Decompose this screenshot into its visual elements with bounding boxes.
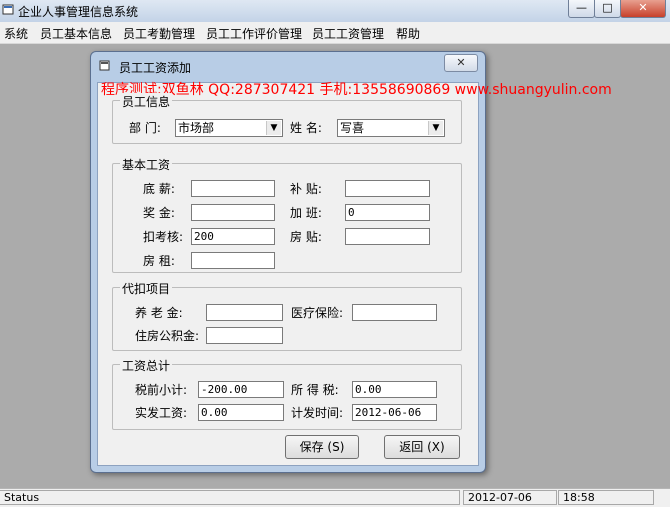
base-salary-legend: 基本工资	[120, 156, 173, 173]
base-pay-label: 底 薪:	[143, 182, 175, 196]
net-pay-label: 实发工资:	[135, 406, 188, 420]
income-tax-label: 所 得 税:	[291, 383, 339, 397]
bonus-field[interactable]	[191, 204, 275, 221]
menu-salary[interactable]: 员工工资管理	[312, 25, 384, 42]
name-select[interactable]: 写喜 ▼	[337, 119, 445, 137]
pay-date-field[interactable]: 2012-06-06	[352, 404, 437, 421]
net-pay-field[interactable]: 0.00	[198, 404, 284, 421]
base-pay-field[interactable]	[191, 180, 275, 197]
close-button[interactable]: ✕	[620, 0, 666, 18]
pension-field[interactable]	[206, 304, 283, 321]
menu-attendance[interactable]: 员工考勤管理	[123, 25, 195, 42]
medical-insurance-field[interactable]	[352, 304, 437, 321]
overtime-label: 加 班:	[290, 206, 322, 220]
name-label: 姓 名:	[290, 121, 322, 135]
app-icon	[2, 4, 14, 15]
chevron-down-icon[interactable]: ▼	[428, 121, 443, 135]
dept-label: 部 门:	[129, 121, 161, 135]
medical-insurance-label: 医疗保险:	[291, 306, 344, 320]
attendance-deduction-field[interactable]: 200	[191, 228, 275, 245]
menu-help[interactable]: 帮助	[396, 25, 420, 42]
pension-label: 养 老 金:	[135, 306, 183, 320]
rent-label: 房 租:	[143, 254, 175, 268]
rent-field[interactable]	[191, 252, 275, 269]
dept-value: 市场部	[178, 121, 215, 135]
housing-allowance-label: 房 贴:	[290, 230, 322, 244]
status-text: Status	[0, 490, 460, 505]
pretax-subtotal-label: 税前小计:	[135, 383, 188, 397]
app-title-bar: 企业人事管理信息系统 — □ ✕	[0, 0, 670, 22]
employee-info-legend: 员工信息	[120, 93, 173, 110]
attendance-deduction-label: 扣考核:	[143, 230, 184, 244]
menu-evaluation[interactable]: 员工工作评价管理	[206, 25, 302, 42]
pay-date-label: 计发时间:	[291, 406, 344, 420]
chevron-down-icon[interactable]: ▼	[266, 121, 281, 135]
dept-select[interactable]: 市场部 ▼	[175, 119, 283, 137]
save-button[interactable]: 保存 (S)	[285, 435, 359, 459]
dialog-icon	[99, 60, 110, 71]
dialog-close-button[interactable]: ✕	[444, 54, 478, 72]
pretax-subtotal-field[interactable]: -200.00	[198, 381, 284, 398]
salary-total-legend: 工资总计	[120, 357, 173, 374]
bonus-label: 奖 金:	[143, 206, 175, 220]
menu-employee-info[interactable]: 员工基本信息	[40, 25, 112, 42]
housing-allowance-field[interactable]	[345, 228, 430, 245]
status-time: 18:58	[558, 490, 654, 505]
watermark-text: 程序测试:双鱼林 QQ:287307421 手机:13558690869 www…	[101, 82, 612, 98]
subsidy-field[interactable]	[345, 180, 430, 197]
back-button[interactable]: 返回 (X)	[384, 435, 460, 459]
app-title: 企业人事管理信息系统	[18, 5, 139, 19]
housing-fund-label: 住房公积金:	[135, 329, 200, 343]
minimize-button[interactable]: —	[568, 0, 595, 18]
housing-fund-field[interactable]	[206, 327, 283, 344]
menu-bar: 系统 员工基本信息 员工考勤管理 员工工作评价管理 员工工资管理 帮助	[0, 22, 670, 44]
deductions-legend: 代扣项目	[120, 280, 173, 297]
name-value: 写喜	[340, 121, 365, 135]
income-tax-field[interactable]: 0.00	[352, 381, 437, 398]
dialog-title: 员工工资添加	[119, 61, 192, 75]
status-date: 2012-07-06	[463, 490, 557, 505]
maximize-button[interactable]: □	[594, 0, 621, 18]
menu-system[interactable]: 系统	[4, 25, 28, 42]
overtime-field[interactable]: 0	[345, 204, 430, 221]
subsidy-label: 补 贴:	[290, 182, 322, 196]
